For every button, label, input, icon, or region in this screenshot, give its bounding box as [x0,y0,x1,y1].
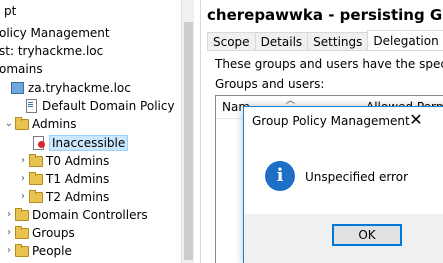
console-tree: pt olicy Management st: tryhackme.loc om… [0,0,194,263]
tab-delegation[interactable]: Delegation [367,30,443,51]
tree-item-domain[interactable]: za.tryhackme.loc [0,79,131,97]
tree-scrollbar[interactable] [181,0,194,263]
ok-button[interactable]: OK [332,224,402,246]
dialog-message: Unspecified error [305,170,408,184]
dialog-title: Group Policy Management [252,114,410,128]
chevron-right-icon[interactable]: › [18,188,28,206]
groups-and-users-label: Groups and users: [215,77,325,91]
tree-item-label: st: tryhackme.loc [0,44,104,58]
folder-icon [28,190,43,203]
tab-scope[interactable]: Scope [207,32,256,51]
chevron-right-icon[interactable]: › [4,206,14,224]
delegation-description: These groups and users have the specifie… [215,57,443,71]
scrollbar-thumb[interactable] [184,22,193,260]
folder-icon [14,244,29,257]
tree-item-label: Admins [32,117,77,131]
info-icon: i [265,161,295,191]
tab-settings[interactable]: Settings [307,32,369,51]
tree-item-label: People [32,244,72,258]
chevron-right-icon[interactable]: › [18,170,28,188]
tree-item-label: pt [4,4,17,18]
gpo-title: cherepawwka - persisting GPO [207,6,443,24]
domain-icon [10,81,24,94]
dialog-footer: OK [244,214,443,263]
tree-item-label: Default Domain Policy [42,99,175,113]
tree-item-groups[interactable]: › Groups [4,224,75,242]
tree-item-inaccessible[interactable]: Inaccessible [22,134,129,152]
tree-item-domains[interactable]: omains [0,60,43,78]
tab-details[interactable]: Details [254,32,309,51]
tree-item-gpm[interactable]: olicy Management [0,24,110,42]
tree-item-label: T0 Admins [46,154,110,168]
tree-item-admins[interactable]: ⌄ Admins [4,115,77,133]
chevron-right-icon[interactable]: › [4,242,14,260]
tree-item-people[interactable]: › People [4,242,72,260]
tree-item-label: Groups [32,226,75,240]
gpo-link-icon [24,99,38,113]
tree-item-default-domain-policy[interactable]: Default Domain Policy [14,97,175,115]
chevron-right-icon[interactable]: › [18,152,28,170]
tree-item-label: za.tryhackme.loc [28,81,131,95]
gpmc-window: pt olicy Management st: tryhackme.loc om… [0,0,443,263]
tree-item-label: Domain Controllers [32,208,148,222]
tree-item[interactable]: pt [4,2,16,20]
tree-item-t0-admins[interactable]: › T0 Admins [18,152,109,170]
tree-item-label: T2 Admins [46,190,110,204]
tree-item-label: olicy Management [0,26,110,40]
tree-item-forest[interactable]: st: tryhackme.loc [0,42,103,60]
folder-icon [28,154,43,167]
chevron-right-icon[interactable]: › [4,224,14,242]
folder-icon [14,226,29,239]
access-denied-icon [32,136,46,150]
folder-icon [14,117,29,130]
folder-icon [28,172,43,185]
folder-icon [14,208,29,221]
tree-item-label: Inaccessible [48,135,129,151]
tab-strip: Scope Details Settings Delegation [207,30,443,51]
tree-item-t1-admins[interactable]: › T1 Admins [18,170,109,188]
chevron-down-icon[interactable]: ⌄ [4,115,14,133]
close-icon[interactable]: ✕ [404,109,428,131]
sort-ascending-icon: ︿ [286,96,296,106]
tree-item-label: T1 Admins [46,172,110,186]
error-dialog: Group Policy Management ✕ i Unspecified … [243,106,443,263]
tree-item-domain-controllers[interactable]: › Domain Controllers [4,206,148,224]
tree-item-label: omains [0,62,43,76]
tree-item-t2-admins[interactable]: › T2 Admins [18,188,109,206]
